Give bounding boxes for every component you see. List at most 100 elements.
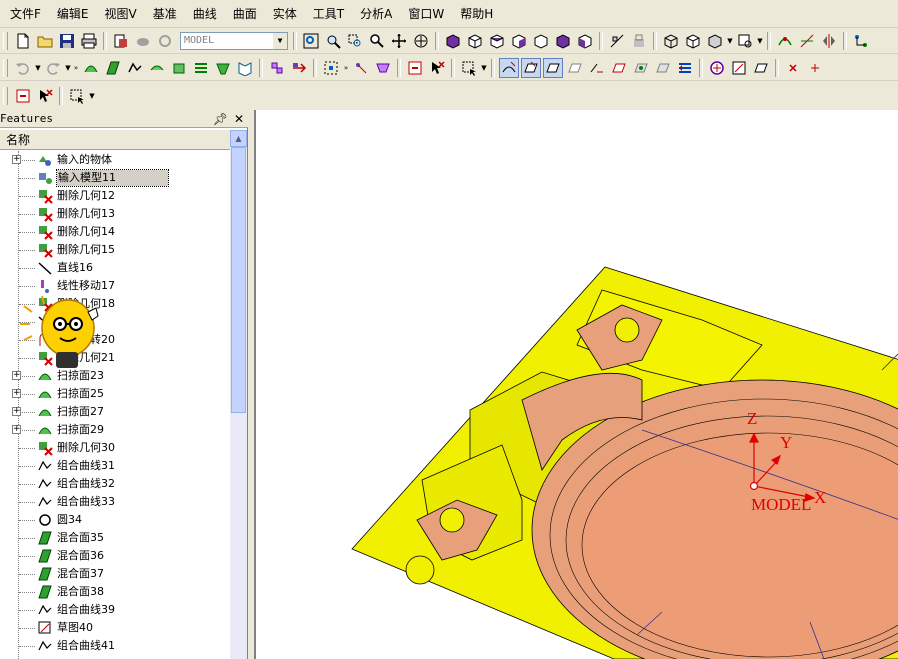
sweep-surface-tool-icon[interactable] <box>81 58 101 78</box>
tree-item[interactable]: + 扫掠面27 <box>0 403 230 421</box>
point-tool-icon[interactable] <box>351 58 371 78</box>
trim-surface-icon[interactable] <box>213 58 233 78</box>
close-icon[interactable] <box>783 58 803 78</box>
tree-expand-icon[interactable]: + <box>12 407 21 416</box>
toolbar-grip[interactable] <box>3 58 8 77</box>
composite-curve-tool-icon[interactable] <box>125 58 145 78</box>
tree-item[interactable]: 删除几何12 <box>0 187 230 205</box>
menu-item-6[interactable]: 实体 <box>265 0 305 28</box>
hide-icon[interactable] <box>629 31 649 51</box>
tree-expand-icon[interactable]: + <box>12 389 21 398</box>
chevron-down-icon[interactable]: ▼ <box>480 64 488 72</box>
tree-item[interactable]: 混合面37 <box>0 565 230 583</box>
connect-icon[interactable] <box>851 31 871 51</box>
curve-analysis-icon[interactable] <box>751 58 771 78</box>
offset-surface-icon[interactable] <box>191 58 211 78</box>
tree-item[interactable]: 混合面38 <box>0 583 230 601</box>
zoom-icon[interactable] <box>367 31 387 51</box>
new-file-button[interactable] <box>13 31 33 51</box>
view-top-icon[interactable] <box>487 31 507 51</box>
filter-curve-icon[interactable] <box>499 57 519 78</box>
tree-item[interactable]: 混合面36 <box>0 547 230 565</box>
zoom-fit-button[interactable] <box>301 31 321 51</box>
view-front-icon[interactable] <box>465 31 485 51</box>
view-left-icon[interactable] <box>575 31 595 51</box>
toolbar-grip[interactable] <box>3 31 8 50</box>
tree-item[interactable]: 输入模型11 <box>0 169 230 187</box>
move-icon[interactable] <box>289 58 309 78</box>
box-select-icon[interactable] <box>67 86 87 106</box>
tree-item[interactable]: 圆34 <box>0 511 230 529</box>
tree-item[interactable]: 删除几何15 <box>0 241 230 259</box>
render-style-icon[interactable] <box>607 31 627 51</box>
trim-curve-icon[interactable] <box>797 31 817 51</box>
view-right-icon[interactable] <box>509 31 529 51</box>
model-select[interactable]: MODEL ▼ <box>180 31 288 50</box>
menu-item-10[interactable]: 帮助H <box>452 0 501 28</box>
undo-icon[interactable] <box>13 58 33 78</box>
chevron-down-icon[interactable]: ▼ <box>756 37 764 45</box>
filter-list-icon[interactable] <box>675 58 695 78</box>
model-viewport[interactable]: Z Y X MODEL <box>254 110 898 659</box>
tree-item[interactable]: + 扫掠面25 <box>0 385 230 403</box>
menu-item-4[interactable]: 曲线 <box>185 0 225 28</box>
measure-icon[interactable] <box>729 58 749 78</box>
tree-item[interactable]: 组合曲线31 <box>0 457 230 475</box>
mirror-icon[interactable] <box>819 31 839 51</box>
tree-expand-icon[interactable]: + <box>12 425 21 434</box>
tree-scrollbar[interactable]: ▲ <box>230 130 247 659</box>
view-bottom-icon[interactable] <box>553 31 573 51</box>
chevron-down-icon[interactable]: ▼ <box>726 37 734 45</box>
tree-item[interactable]: + 扫掠面29 <box>0 421 230 439</box>
print-button[interactable] <box>79 31 99 51</box>
filter-face-icon[interactable] <box>565 58 585 78</box>
tree-column-header[interactable]: 名称 <box>0 130 230 150</box>
menu-item-1[interactable]: 编辑E <box>49 0 97 28</box>
menu-item-8[interactable]: 分析A <box>352 0 400 28</box>
filter-datum-icon[interactable] <box>653 58 673 78</box>
toolbar-overflow-icon[interactable]: » <box>72 64 80 72</box>
wireframe-icon[interactable] <box>661 31 681 51</box>
loft-tool-icon[interactable] <box>147 58 167 78</box>
tree-item[interactable]: 混合面35 <box>0 529 230 547</box>
menu-item-5[interactable]: 曲面 <box>225 0 265 28</box>
menu-item-9[interactable]: 窗口W <box>400 0 452 28</box>
view-back-icon[interactable] <box>531 31 551 51</box>
mold-model-canvas[interactable]: Z Y X MODEL <box>256 110 898 659</box>
cloud-icon[interactable] <box>133 31 153 51</box>
redo-icon[interactable] <box>43 58 63 78</box>
tree-item[interactable]: 组合曲线39 <box>0 601 230 619</box>
blend-surface-tool-icon[interactable] <box>103 58 123 78</box>
hidden-line-icon[interactable] <box>683 31 703 51</box>
filter-solid-icon[interactable] <box>543 57 563 78</box>
tree-item[interactable]: 草图40 <box>0 619 230 637</box>
menu-item-7[interactable]: 工具T <box>305 0 352 28</box>
import-button[interactable] <box>111 31 131 51</box>
chevron-down-icon[interactable]: ▼ <box>88 92 96 100</box>
rotate-view-icon[interactable] <box>411 31 431 51</box>
tree-item[interactable]: 直线16 <box>0 259 230 277</box>
extrude-surface-icon[interactable] <box>169 58 189 78</box>
datum-tool-icon[interactable] <box>373 58 393 78</box>
open-file-button[interactable] <box>35 31 55 51</box>
close-icon[interactable]: ✕ <box>234 112 244 126</box>
display-style-icon[interactable] <box>735 31 755 51</box>
deselect-icon[interactable] <box>35 86 55 106</box>
shaded-icon[interactable] <box>705 31 725 51</box>
pan-icon[interactable] <box>389 31 409 51</box>
select-filter-icon[interactable] <box>13 86 33 106</box>
zoom-window-button[interactable] <box>323 31 343 51</box>
regenerate-icon[interactable] <box>155 31 175 51</box>
filter-point-icon[interactable] <box>631 58 651 78</box>
curve-tools-icon[interactable] <box>775 31 795 51</box>
zoom-area-button[interactable] <box>345 31 365 51</box>
menu-item-2[interactable]: 视图V <box>97 0 145 28</box>
tree-item[interactable]: 组合曲线32 <box>0 475 230 493</box>
chevron-down-icon[interactable]: ▼ <box>34 64 42 72</box>
box-select-icon[interactable] <box>459 58 479 78</box>
menu-item-0[interactable]: 文件F <box>0 0 49 28</box>
toolbar-overflow-icon[interactable]: » <box>342 64 350 72</box>
point-marker-icon[interactable] <box>805 58 825 78</box>
deselect-icon[interactable] <box>427 58 447 78</box>
boundary-surface-icon[interactable] <box>235 58 255 78</box>
